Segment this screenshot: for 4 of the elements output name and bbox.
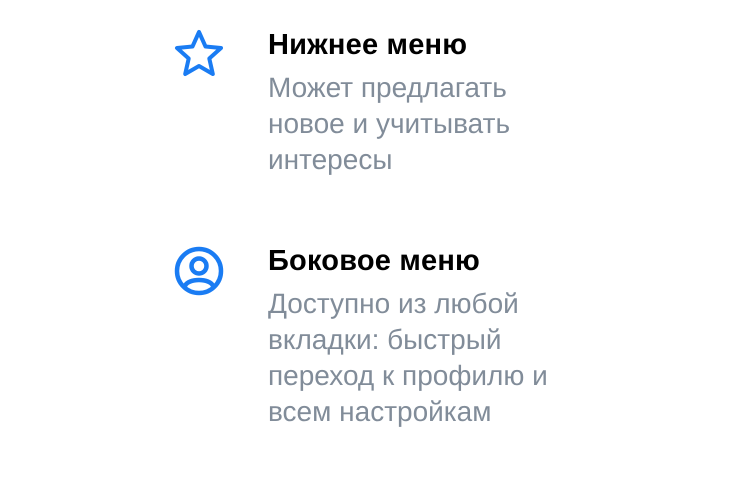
item-title: Нижнее меню bbox=[268, 28, 468, 63]
item-description: Доступно из любой вкладки: быстрый переход к профилю и всем настройкам bbox=[268, 287, 549, 429]
item-description: Может предлагать новое и учитывать интересы bbox=[268, 71, 512, 177]
item-title: Боковое меню bbox=[268, 244, 482, 279]
